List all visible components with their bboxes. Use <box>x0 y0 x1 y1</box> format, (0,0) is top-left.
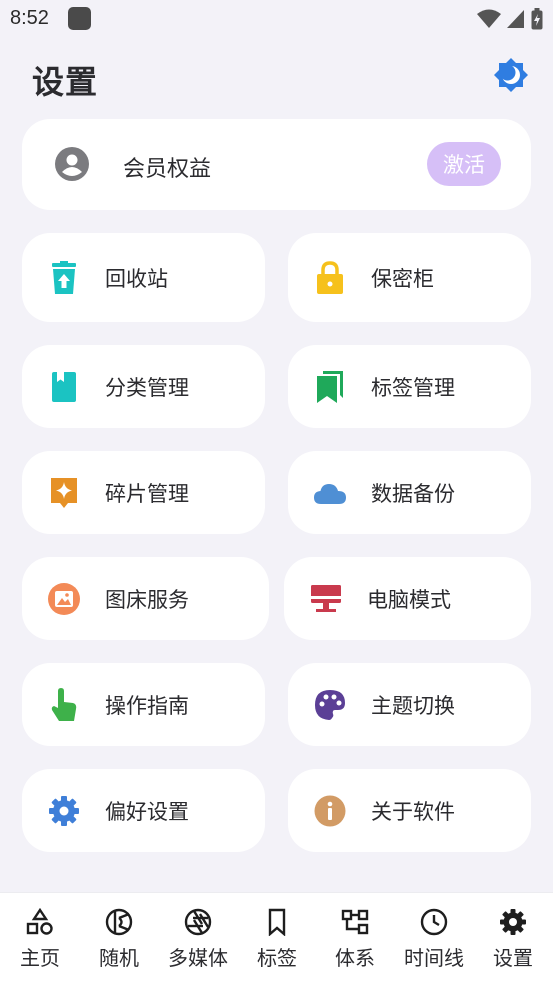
shapes-icon <box>26 908 54 936</box>
tile-recycle-bin[interactable]: 回收站 <box>22 233 265 322</box>
tile-label: 数据备份 <box>371 481 455 506</box>
tile-image-hosting[interactable]: 图床服务 <box>22 557 269 640</box>
book-icon <box>47 370 81 404</box>
gear-icon <box>499 908 527 936</box>
nav-timeline[interactable]: 时间线 <box>400 893 468 984</box>
activate-button[interactable]: 激活 <box>427 142 501 186</box>
info-icon <box>313 794 347 828</box>
tile-category-management[interactable]: 分类管理 <box>22 345 265 428</box>
tile-label: 碎片管理 <box>105 481 189 506</box>
tile-vault[interactable]: 保密柜 <box>288 233 531 322</box>
tile-label: 操作指南 <box>105 693 189 718</box>
status-bar: 8:52 <box>0 0 553 38</box>
nav-label: 体系 <box>335 946 375 970</box>
app-notification-icon <box>68 7 91 30</box>
wifi-icon <box>477 9 501 28</box>
tile-label: 电脑模式 <box>367 587 451 612</box>
nav-label: 设置 <box>493 946 533 970</box>
tile-label: 图床服务 <box>105 587 189 612</box>
member-benefits-label: 会员权益 <box>123 157 212 182</box>
recycle-bin-icon <box>47 260 81 295</box>
tile-label: 主题切换 <box>371 693 455 718</box>
tile-fragment-management[interactable]: 碎片管理 <box>22 451 265 534</box>
aperture-icon <box>184 908 212 936</box>
clock-icon <box>420 908 448 936</box>
hierarchy-icon <box>341 908 369 936</box>
signal-icon <box>507 10 524 28</box>
desktop-icon <box>309 582 343 616</box>
tile-about[interactable]: 关于软件 <box>288 769 531 852</box>
tile-label: 关于软件 <box>371 799 455 824</box>
image-icon <box>47 582 81 616</box>
nav-settings[interactable]: 设置 <box>487 893 539 984</box>
status-indicators <box>477 8 543 30</box>
nav-multimedia[interactable]: 多媒体 <box>163 893 233 984</box>
tile-label: 分类管理 <box>105 375 189 400</box>
random-icon <box>105 908 133 936</box>
nav-label: 多媒体 <box>168 946 228 970</box>
dark-mode-icon <box>494 58 528 92</box>
bookmarks-icon <box>313 370 347 404</box>
tile-label: 标签管理 <box>371 375 455 400</box>
touch-icon <box>47 687 81 722</box>
tile-theme-switch[interactable]: 主题切换 <box>288 663 531 746</box>
nav-system[interactable]: 体系 <box>329 893 381 984</box>
tile-label: 偏好设置 <box>105 799 189 824</box>
theme-toggle-button[interactable] <box>493 57 529 93</box>
nav-label: 时间线 <box>404 946 464 970</box>
sparkle-chat-icon <box>47 476 81 510</box>
tile-label: 回收站 <box>105 266 168 291</box>
cloud-icon <box>313 476 347 510</box>
tile-data-backup[interactable]: 数据备份 <box>288 451 531 534</box>
palette-icon <box>313 688 347 722</box>
page-title: 设置 <box>32 63 99 101</box>
gear-icon <box>47 794 81 828</box>
member-card[interactable]: 会员权益 激活 <box>22 119 531 210</box>
account-icon <box>55 147 89 181</box>
tile-preferences[interactable]: 偏好设置 <box>22 769 265 852</box>
battery-charging-icon <box>531 8 543 30</box>
lock-icon <box>313 260 347 295</box>
nav-tags[interactable]: 标签 <box>251 893 303 984</box>
nav-label: 标签 <box>257 946 297 970</box>
tile-label: 保密柜 <box>371 266 434 291</box>
tile-desktop-mode[interactable]: 电脑模式 <box>284 557 531 640</box>
tile-user-guide[interactable]: 操作指南 <box>22 663 265 746</box>
nav-label: 随机 <box>99 946 139 970</box>
tile-tag-management[interactable]: 标签管理 <box>288 345 531 428</box>
nav-home[interactable]: 主页 <box>14 893 66 984</box>
nav-label: 主页 <box>20 946 60 970</box>
bookmark-icon <box>263 908 291 936</box>
bottom-navigation: 主页 随机 多媒体 标签 体系 时间线 设置 <box>0 892 553 984</box>
status-time: 8:52 <box>10 7 49 29</box>
nav-random[interactable]: 随机 <box>93 893 145 984</box>
